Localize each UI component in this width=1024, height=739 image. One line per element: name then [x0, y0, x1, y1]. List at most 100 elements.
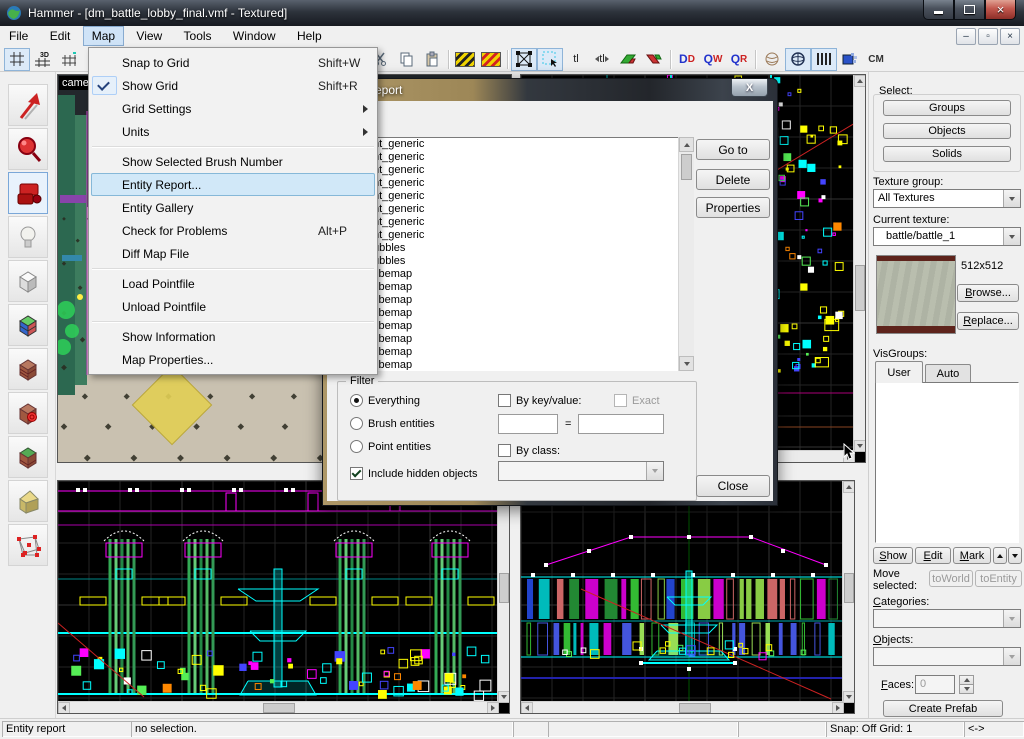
tab-user[interactable]: User — [875, 361, 923, 383]
entity-list-item[interactable]: ambient_generic — [340, 203, 692, 216]
menu-item-units[interactable]: Units — [91, 120, 375, 143]
menu-item-entity-report[interactable]: Entity Report... — [91, 173, 375, 196]
displacement-mask-icon[interactable] — [811, 48, 837, 71]
cm-icon[interactable]: CM — [863, 48, 889, 71]
vertical-scrollbar[interactable] — [842, 481, 854, 703]
goto-button[interactable]: Go to — [696, 139, 770, 160]
menu-item-snap-to-grid[interactable]: Snap to GridShift+W — [91, 51, 375, 74]
filter-point-radio[interactable]: Point entities — [350, 440, 431, 453]
menu-item-show-grid[interactable]: Show GridShift+R — [91, 74, 375, 97]
copy-icon[interactable] — [393, 48, 419, 71]
toggle-world-icon[interactable]: QW — [700, 48, 726, 71]
value-input[interactable] — [578, 414, 664, 434]
by-keyvalue-checkbox[interactable]: By key/value: — [498, 394, 581, 407]
vertical-scrollbar[interactable] — [497, 481, 509, 703]
entity-list-item[interactable]: ambient_generic — [340, 164, 692, 177]
entity-list-item[interactable]: ambient_generic — [340, 151, 692, 164]
menu-item-check-for-problems[interactable]: Check for ProblemsAlt+P — [91, 219, 375, 242]
entity-list-item[interactable]: env_bubbles — [340, 255, 692, 268]
entity-list-item[interactable]: env_cubemap — [340, 281, 692, 294]
entity-tool-button[interactable] — [8, 216, 48, 258]
texture-scaling-lock-icon[interactable] — [478, 48, 504, 71]
menu-item-map-properties[interactable]: Map Properties... — [91, 348, 375, 371]
entity-list-item[interactable]: ambient_generic — [340, 229, 692, 242]
key-input[interactable] — [498, 414, 558, 434]
texture-application-tool-button[interactable] — [8, 304, 48, 346]
properties-button[interactable]: Properties — [696, 197, 770, 218]
scrollbar-thumb[interactable] — [855, 265, 865, 311]
dropdown-arrow-icon[interactable] — [1003, 190, 1020, 207]
menu-window[interactable]: Window — [224, 26, 285, 46]
texture-lock-icon[interactable] — [452, 48, 478, 71]
dialog-close-button[interactable]: X — [731, 79, 768, 97]
mdi-restore-button[interactable]: ▫ — [978, 28, 998, 45]
toggle-radius-icon[interactable]: QR — [726, 48, 752, 71]
vertical-scrollbar[interactable] — [853, 75, 865, 452]
block-tool-button[interactable] — [8, 260, 48, 302]
close-button[interactable]: × — [985, 0, 1016, 20]
faces-spin-down[interactable] — [959, 684, 974, 694]
entity-list-item[interactable]: env_cubemap — [340, 307, 692, 320]
entity-list-scrollbar[interactable] — [678, 137, 694, 371]
maximize-button[interactable] — [954, 0, 985, 20]
visgroup-show-button[interactable]: Show — [873, 547, 913, 564]
apply-decal-tool-button[interactable] — [8, 392, 48, 434]
magnify-tool-button[interactable] — [8, 128, 48, 170]
overlay-tool-button[interactable] — [8, 436, 48, 478]
clipping-tool-button[interactable] — [8, 480, 48, 522]
select-groups-button[interactable]: Groups — [883, 100, 1011, 116]
exact-checkbox[interactable]: Exact — [614, 394, 660, 407]
flip-horizontal-icon[interactable] — [615, 48, 641, 71]
visgroups-list[interactable] — [875, 382, 1019, 543]
select-objects-button[interactable]: Objects — [883, 123, 1011, 139]
entity-list-item[interactable]: env_cubemap — [340, 346, 692, 359]
current-texture-dropdown[interactable]: battle/battle_1 — [873, 227, 1021, 246]
horizontal-scrollbar[interactable] — [521, 701, 844, 713]
menu-tools[interactable]: Tools — [175, 26, 221, 46]
categories-dropdown[interactable] — [873, 609, 1021, 628]
toggle-detail-icon[interactable]: DD — [674, 48, 700, 71]
entity-list-item[interactable]: env_cubemap — [340, 268, 692, 281]
include-hidden-checkbox[interactable]: Include hidden objects — [350, 467, 477, 480]
texture-lock-tl-icon[interactable]: tl — [563, 48, 589, 71]
browse-button[interactable]: Browse... — [957, 284, 1019, 302]
close-dialog-button[interactable]: Close — [696, 475, 770, 497]
replace-button[interactable]: Replace... — [957, 312, 1019, 330]
vertex-tool-button[interactable] — [8, 524, 48, 566]
scrollbar-thumb[interactable] — [499, 573, 509, 603]
scrollbar-thumb[interactable] — [263, 703, 295, 713]
select-box-icon[interactable] — [511, 48, 537, 71]
entity-list-item[interactable]: ambient_generic — [340, 216, 692, 229]
create-prefab-button[interactable]: Create Prefab — [883, 700, 1003, 717]
menu-help[interactable]: Help — [288, 26, 331, 46]
filter-everything-radio[interactable]: Everything — [350, 394, 420, 407]
menu-item-load-pointfile[interactable]: Load Pointfile — [91, 272, 375, 295]
move-up-button[interactable] — [993, 547, 1007, 564]
scrollbar-thumb[interactable] — [681, 154, 692, 180]
menu-file[interactable]: File — [0, 26, 37, 46]
horizontal-scrollbar[interactable] — [58, 701, 499, 713]
visgroup-mark-button[interactable]: Mark — [953, 547, 991, 564]
tab-auto[interactable]: Auto — [925, 364, 971, 383]
objects-dropdown[interactable] — [873, 647, 1021, 666]
drag-select-icon[interactable] — [537, 48, 563, 71]
by-class-checkbox[interactable]: By class: — [498, 444, 560, 457]
texture-lock-tl-scale-icon[interactable]: tl — [589, 48, 615, 71]
menu-map[interactable]: Map — [83, 26, 124, 46]
to-world-button[interactable]: toWorld — [929, 570, 973, 587]
grid-toggle-icon[interactable] — [4, 48, 30, 71]
viewport-2d-front[interactable] — [57, 480, 510, 714]
selection-tool-button[interactable] — [8, 84, 48, 126]
camera-tool-button[interactable] — [8, 172, 48, 214]
scrollbar-thumb[interactable] — [679, 703, 711, 713]
texture-preview[interactable] — [876, 255, 956, 334]
entity-list-item[interactable]: env_cubemap — [340, 294, 692, 307]
visgroup-edit-button[interactable]: Edit — [915, 547, 951, 564]
entity-list-item[interactable]: env_cubemap — [340, 320, 692, 333]
paste-icon[interactable] — [419, 48, 445, 71]
minimize-button[interactable] — [923, 0, 954, 20]
blend-texture-icon[interactable] — [837, 48, 863, 71]
move-down-button[interactable] — [1008, 547, 1022, 564]
entity-list-item[interactable]: env_cubemap — [340, 333, 692, 346]
flip-vertical-icon[interactable] — [641, 48, 667, 71]
